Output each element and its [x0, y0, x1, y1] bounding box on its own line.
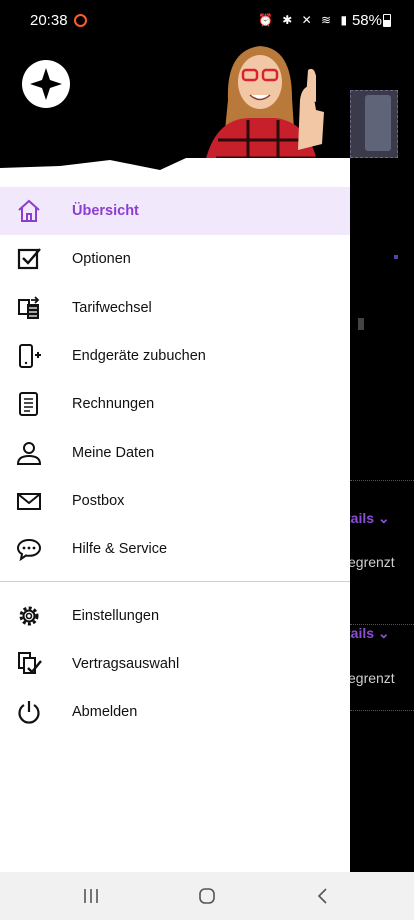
checkbox-icon — [16, 246, 42, 272]
back-button[interactable] — [308, 884, 338, 908]
menu-item-postbox[interactable]: Postbox — [0, 477, 350, 525]
record-indicator-icon — [74, 14, 87, 27]
details-link[interactable]: tails ⌄ — [350, 510, 390, 527]
menu-item-label: Einstellungen — [72, 607, 160, 624]
drawer-menu: Übersicht Optionen Tarifwechsel Endgerät… — [0, 187, 350, 736]
menu-item-label: Optionen — [72, 251, 131, 268]
brand-logo — [22, 60, 70, 108]
details-link[interactable]: tails ⌄ — [350, 625, 390, 642]
home-icon — [16, 198, 42, 224]
background-mark — [358, 318, 364, 330]
status-time: 20:38 — [30, 12, 68, 29]
mail-icon — [16, 488, 42, 514]
menu-item-label: Tarifwechsel — [72, 299, 152, 316]
chat-icon — [16, 536, 42, 562]
background-text: egrenzt — [350, 670, 395, 686]
background-app: tails ⌄ egrenzt tails ⌄ egrenzt — [350, 40, 414, 872]
background-text: egrenzt — [350, 554, 395, 570]
power-icon — [16, 699, 42, 725]
battery-icon — [383, 14, 391, 27]
menu-item-vertragsauswahl[interactable]: Vertragsauswahl — [0, 640, 350, 688]
menu-item-label: Abmelden — [72, 704, 138, 721]
torn-edge-decoration — [0, 158, 350, 182]
menu-item-label: Rechnungen — [72, 396, 155, 413]
contract-select-icon — [16, 651, 42, 677]
status-icons: ⏰ ✱ ✕ ≋ ▮ — [258, 13, 351, 27]
battery-percent: 58% — [351, 12, 382, 29]
menu-divider — [0, 581, 350, 583]
navigation-drawer: Übersicht Optionen Tarifwechsel Endgerät… — [0, 40, 350, 872]
menu-item-label: Endgeräte zubuchen — [72, 348, 206, 365]
system-navigation-bar — [0, 872, 414, 920]
add-device-icon — [16, 343, 42, 369]
menu-item-tarifwechsel[interactable]: Tarifwechsel — [0, 284, 350, 332]
menu-item-hilfe-service[interactable]: Hilfe & Service — [0, 525, 350, 573]
menu-item-label: Meine Daten — [72, 444, 155, 461]
tariff-switch-icon — [16, 295, 42, 321]
device-image — [350, 90, 398, 158]
home-button[interactable] — [192, 884, 222, 908]
menu-item-rechnungen[interactable]: Rechnungen — [0, 380, 350, 428]
menu-item-abmelden[interactable]: Abmelden — [0, 688, 350, 736]
invoice-icon — [16, 391, 42, 417]
recent-apps-button[interactable] — [76, 884, 106, 908]
menu-item-meine-daten[interactable]: Meine Daten — [0, 428, 350, 476]
menu-item-optionen[interactable]: Optionen — [0, 235, 350, 283]
status-bar: 20:38 ⏰ ✱ ✕ ≋ ▮ 58% — [0, 0, 414, 40]
gear-icon — [16, 603, 42, 629]
background-separator — [350, 710, 414, 711]
background-dot — [394, 255, 398, 259]
user-icon — [16, 440, 42, 466]
drawer-header — [0, 40, 350, 182]
menu-item-einstellungen[interactable]: Einstellungen — [0, 591, 350, 639]
menu-item-label: Hilfe & Service — [72, 541, 168, 558]
background-separator — [350, 480, 414, 481]
menu-item-uebersicht[interactable]: Übersicht — [0, 187, 350, 236]
menu-item-endgeraete-zubuchen[interactable]: Endgeräte zubuchen — [0, 332, 350, 380]
menu-item-label: Übersicht — [72, 203, 139, 220]
menu-item-label: Postbox — [72, 492, 125, 509]
menu-item-label: Vertragsauswahl — [72, 655, 180, 672]
